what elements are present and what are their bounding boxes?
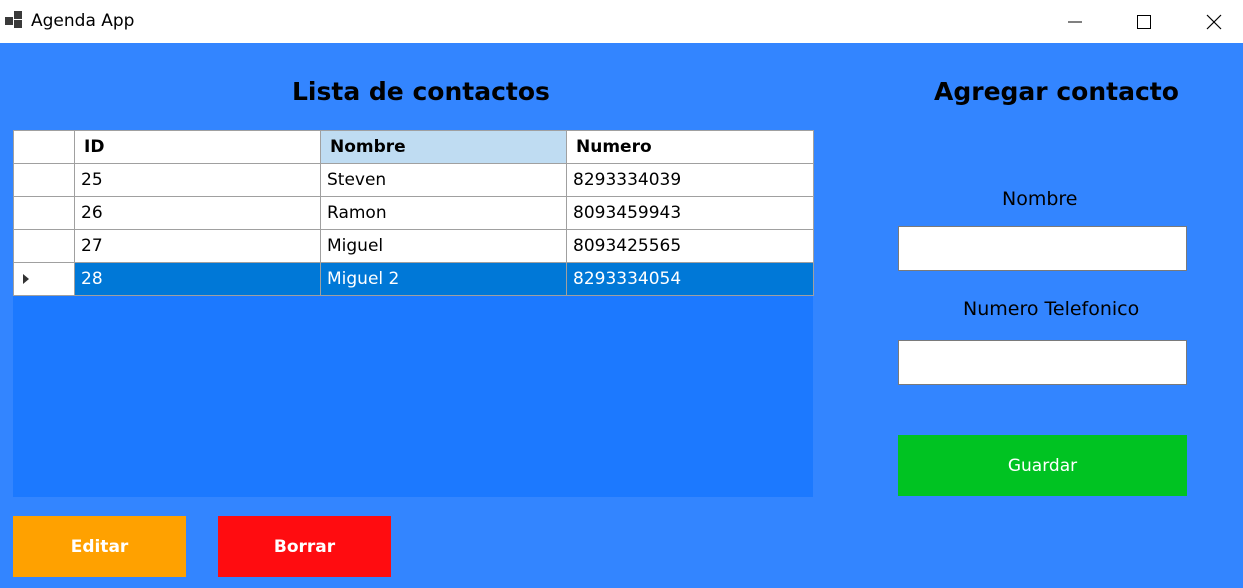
column-header-numero[interactable]: Numero <box>566 130 814 164</box>
cell-id[interactable]: 27 <box>74 229 321 263</box>
cell-nombre[interactable]: Miguel <box>320 229 567 263</box>
cell-numero[interactable]: 8293334054 <box>566 262 814 296</box>
cell-id[interactable]: 25 <box>74 163 321 197</box>
row-header-corner[interactable] <box>13 130 75 164</box>
editar-button[interactable]: Editar <box>13 516 186 577</box>
maximize-icon <box>1137 14 1151 29</box>
table-row[interactable]: 25 Steven 8293334039 <box>13 163 814 197</box>
add-contact-heading: Agregar contacto <box>934 77 1179 106</box>
app-icon <box>5 11 23 29</box>
cell-id[interactable]: 26 <box>74 196 321 230</box>
borrar-button[interactable]: Borrar <box>218 516 391 577</box>
column-header-nombre[interactable]: Nombre <box>320 130 567 164</box>
cell-nombre[interactable]: Miguel 2 <box>320 262 567 296</box>
title-bar: Agenda App <box>0 0 1243 43</box>
header-row: ID Nombre Numero <box>13 130 814 164</box>
minimize-button[interactable] <box>1052 0 1098 43</box>
maximize-button[interactable] <box>1121 0 1167 43</box>
cell-nombre[interactable]: Ramon <box>320 196 567 230</box>
cell-numero[interactable]: 8093425565 <box>566 229 814 263</box>
contacts-table: ID Nombre Numero 25 Steven 8293334039 26… <box>13 130 814 296</box>
minimize-icon <box>1068 21 1082 22</box>
cell-numero[interactable]: 8093459943 <box>566 196 814 230</box>
contacts-grid[interactable]: ID Nombre Numero 25 Steven 8293334039 26… <box>13 130 814 497</box>
contact-list-heading: Lista de contactos <box>292 77 550 106</box>
row-header[interactable] <box>13 196 75 230</box>
cell-nombre[interactable]: Steven <box>320 163 567 197</box>
table-row-selected[interactable]: 28 Miguel 2 8293334054 <box>13 262 814 296</box>
close-button[interactable] <box>1191 0 1237 43</box>
nombre-input[interactable] <box>898 226 1187 271</box>
column-header-id[interactable]: ID <box>74 130 321 164</box>
row-header[interactable] <box>13 163 75 197</box>
main-panel: Lista de contactos Agregar contacto ID N… <box>0 43 1243 588</box>
row-pointer-icon <box>23 274 29 284</box>
table-row[interactable]: 26 Ramon 8093459943 <box>13 196 814 230</box>
numero-label: Numero Telefonico <box>963 298 1140 320</box>
nombre-label: Nombre <box>1002 188 1078 210</box>
table-row[interactable]: 27 Miguel 8093425565 <box>13 229 814 263</box>
numero-input[interactable] <box>898 340 1187 385</box>
row-header[interactable] <box>13 229 75 263</box>
row-header[interactable] <box>13 262 75 296</box>
close-icon <box>1206 14 1222 29</box>
window-title: Agenda App <box>31 11 135 31</box>
cell-numero[interactable]: 8293334039 <box>566 163 814 197</box>
cell-id[interactable]: 28 <box>74 262 321 296</box>
guardar-button[interactable]: Guardar <box>898 435 1187 496</box>
